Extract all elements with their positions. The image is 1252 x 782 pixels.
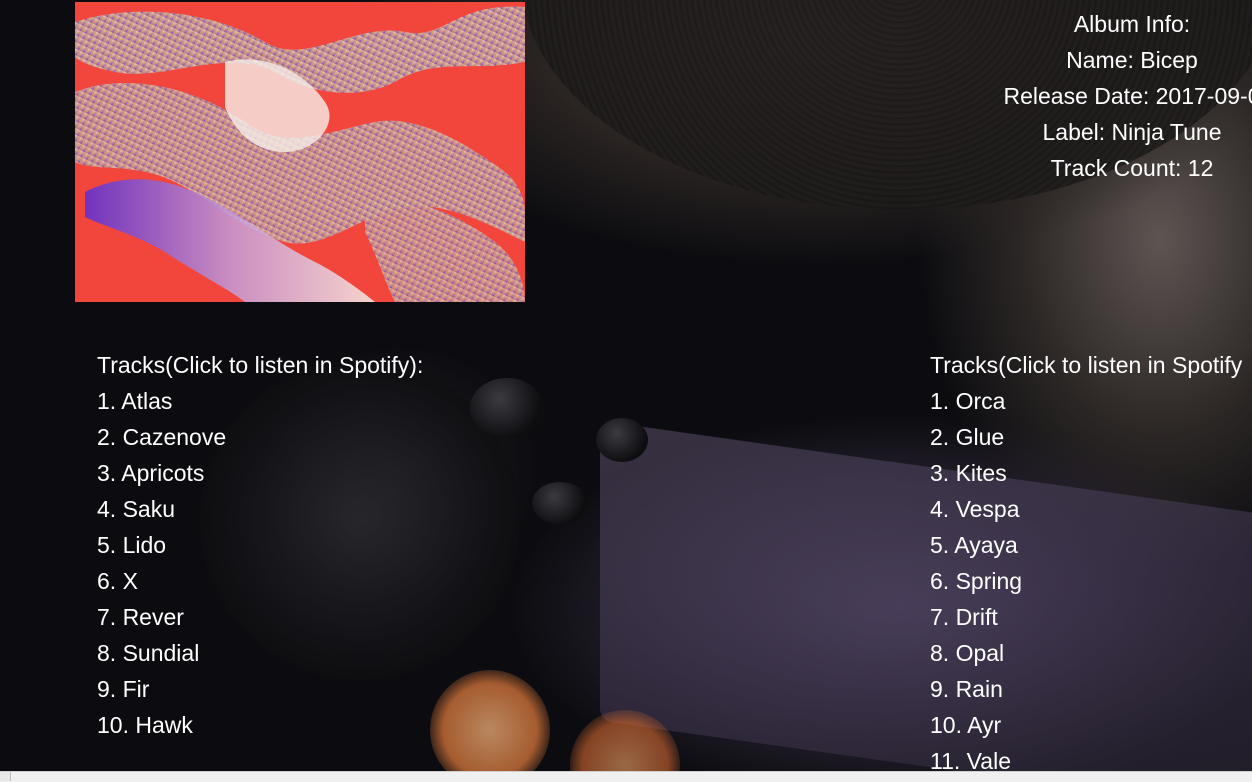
display-button <box>532 482 588 524</box>
track-item[interactable]: 4. Vespa <box>930 491 1242 527</box>
horizontal-scrollbar[interactable] <box>0 771 1252 782</box>
track-item[interactable]: 5. Lido <box>97 527 423 563</box>
album-info-panel: Album Info: Name: Bicep Release Date: 20… <box>990 6 1252 186</box>
album-cover-image <box>75 2 525 302</box>
track-item[interactable]: 8. Sundial <box>97 635 423 671</box>
album-track-count: Track Count: 12 <box>1050 155 1214 181</box>
track-item[interactable]: 1. Orca <box>930 383 1242 419</box>
track-item[interactable]: 9. Fir <box>97 671 423 707</box>
track-item[interactable]: 7. Rever <box>97 599 423 635</box>
album-name: Name: Bicep <box>1066 47 1198 73</box>
tracks-heading: Tracks(Click to listen in Spotify): <box>97 352 424 378</box>
album-release-date: Release Date: 2017-09-0 <box>1003 83 1252 109</box>
track-list-right: Tracks(Click to listen in Spotify 1. Orc… <box>930 347 1242 779</box>
track-item[interactable]: 2. Glue <box>930 419 1242 455</box>
track-item[interactable]: 10. Ayr <box>930 707 1242 743</box>
track-item[interactable]: 2. Cazenove <box>97 419 423 455</box>
track-item[interactable]: 4. Saku <box>97 491 423 527</box>
track-item[interactable]: 5. Ayaya <box>930 527 1242 563</box>
album-info-heading: Album Info: <box>1073 11 1191 37</box>
in-cue-button <box>430 670 550 781</box>
track-item[interactable]: 3. Kites <box>930 455 1242 491</box>
track-item[interactable]: 6. Spring <box>930 563 1242 599</box>
track-item[interactable]: 8. Opal <box>930 635 1242 671</box>
auto-cue-button <box>596 418 648 462</box>
track-item[interactable]: 10. Hawk <box>97 707 423 743</box>
track-item[interactable]: 7. Drift <box>930 599 1242 635</box>
source-select-knob <box>470 378 544 438</box>
track-item[interactable]: 9. Rain <box>930 671 1242 707</box>
tracks-heading: Tracks(Click to listen in Spotify <box>930 352 1243 378</box>
track-item[interactable]: 6. X <box>97 563 423 599</box>
track-list-left: Tracks(Click to listen in Spotify): 1. A… <box>97 347 423 743</box>
album-label: Label: Ninja Tune <box>1042 119 1222 145</box>
scroll-left-icon[interactable] <box>0 772 11 781</box>
track-item[interactable]: 1. Atlas <box>97 383 423 419</box>
track-item[interactable]: 3. Apricots <box>97 455 423 491</box>
